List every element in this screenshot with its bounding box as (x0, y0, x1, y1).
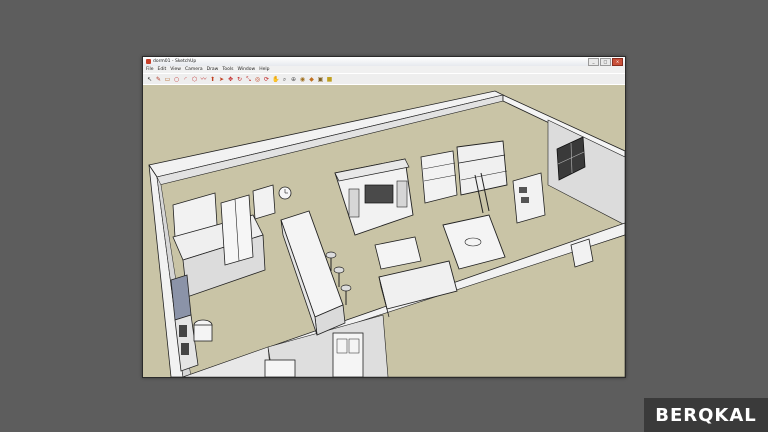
menu-camera[interactable]: Camera (185, 67, 203, 72)
arc-icon[interactable]: ◜ (182, 76, 189, 83)
window-title: dorm01 - SketchUp (153, 59, 197, 64)
title-bar: dorm01 - SketchUp _ □ × (143, 57, 625, 66)
sketchup-window: dorm01 - SketchUp _ □ × File Edit View C… (142, 56, 626, 378)
menu-bar: File Edit View Camera Draw Tools Window … (143, 66, 625, 73)
bookshelf (420, 150, 458, 204)
menu-window[interactable]: Window (237, 67, 255, 72)
menu-help[interactable]: Help (259, 67, 269, 72)
lower-door-2 (264, 359, 296, 377)
wall-cabinets (252, 184, 276, 220)
zoom-extents-icon[interactable]: ⊕ (290, 76, 297, 83)
sketchup-app-icon (146, 59, 151, 64)
rotate-icon[interactable]: ↻ (236, 76, 243, 83)
pan-icon[interactable]: ✋ (272, 76, 279, 83)
logo-text: BERQKAL (655, 404, 757, 426)
rectangle-icon[interactable]: ▭ (164, 76, 171, 83)
pencil-line-icon[interactable]: ✎ (155, 76, 162, 83)
push-pull-icon[interactable]: ⬆ (209, 76, 216, 83)
menu-file[interactable]: File (146, 67, 154, 72)
bunk-bed (456, 140, 508, 196)
follow-me-icon[interactable]: ➤ (218, 76, 225, 83)
minimize-button[interactable]: _ (588, 58, 599, 66)
maximize-button[interactable]: □ (600, 58, 611, 66)
window-controls: _ □ × (588, 58, 623, 66)
freehand-icon[interactable]: 〰 (200, 76, 207, 83)
menu-edit[interactable]: Edit (158, 67, 167, 72)
zoom-icon[interactable]: ⌕ (281, 76, 288, 83)
move-icon[interactable]: ✥ (227, 76, 234, 83)
close-button[interactable]: × (612, 58, 623, 66)
select-arrow-icon[interactable]: ↖ (146, 76, 153, 83)
get-models-icon[interactable]: ■ (326, 76, 333, 83)
tape-measure-icon[interactable]: ◉ (299, 76, 306, 83)
scale-icon[interactable]: ⤡ (245, 76, 252, 83)
television (364, 184, 394, 204)
circle-icon[interactable]: ○ (173, 76, 180, 83)
offset-icon[interactable]: ◎ (254, 76, 261, 83)
menu-tools[interactable]: Tools (222, 67, 233, 72)
paint-bucket-icon[interactable]: ◆ (308, 76, 315, 83)
stove (170, 274, 192, 321)
orbit-icon[interactable]: ⟳ (263, 76, 270, 83)
polygon-icon[interactable]: ⬡ (191, 76, 198, 83)
menu-view[interactable]: View (170, 67, 181, 72)
dorm-room-model (148, 90, 625, 377)
components-icon[interactable]: ▣ (317, 76, 324, 83)
model-viewport[interactable] (143, 85, 625, 377)
main-toolbar: ↖ ✎ ▭ ○ ◜ ⬡ 〰 ⬆ ➤ ✥ ↻ ⤡ ◎ ⟳ ✋ ⌕ ⊕ ◉ ◆ ▣ ■ (143, 73, 625, 84)
menu-draw[interactable]: Draw (207, 67, 219, 72)
lower-door-1 (332, 332, 364, 377)
berqkal-logo: BERQKAL (644, 398, 768, 432)
